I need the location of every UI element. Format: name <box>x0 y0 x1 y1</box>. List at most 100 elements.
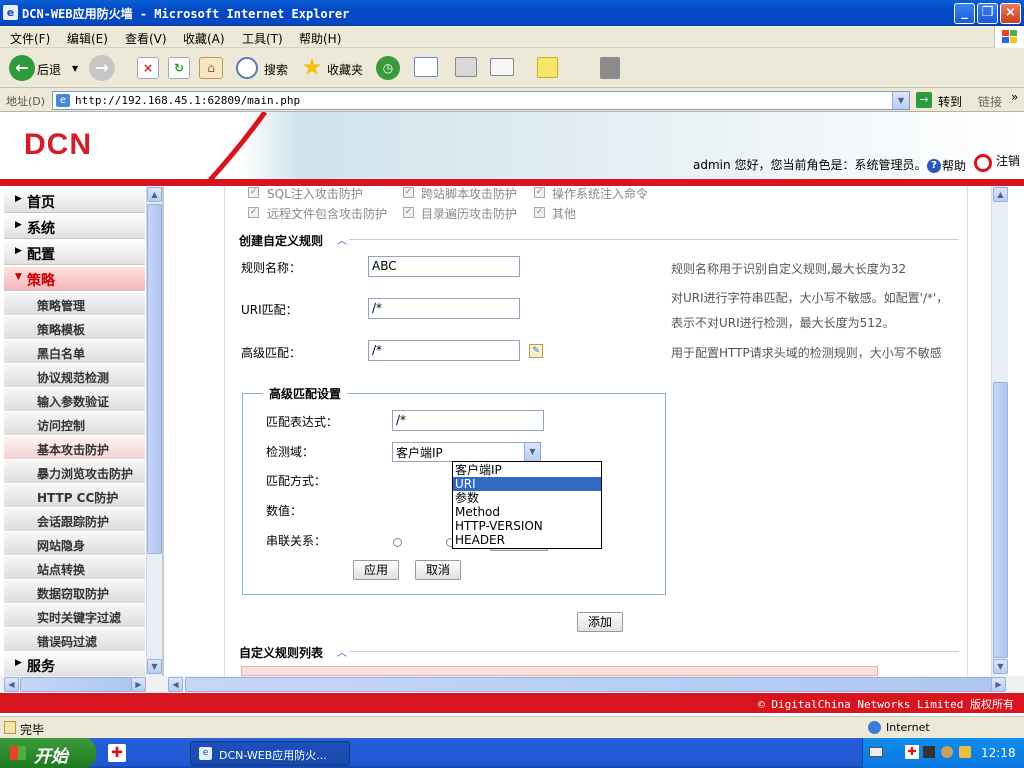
tray-status-icon[interactable] <box>959 746 971 758</box>
scroll-right-icon[interactable]: ▶ <box>131 677 146 692</box>
favorites-star-icon[interactable]: ★ <box>300 55 324 80</box>
radio-and[interactable] <box>393 538 402 547</box>
sidebar-item-session-track[interactable]: 会话跟踪防护 <box>4 508 145 532</box>
stop-icon[interactable]: × <box>137 57 159 79</box>
scroll-up-icon[interactable]: ▲ <box>993 187 1008 202</box>
sidebar-item-access-control[interactable]: 访问控制 <box>4 412 145 436</box>
close-button[interactable]: × <box>1000 3 1021 24</box>
option-method[interactable]: Method <box>453 505 601 519</box>
discuss-icon[interactable] <box>537 57 558 78</box>
address-dropdown-icon[interactable]: ▼ <box>892 92 909 109</box>
go-button[interactable]: 转到 <box>938 93 962 110</box>
sidebar-cat-policy[interactable]: ▼ 策略 <box>4 267 145 291</box>
rule-name-input[interactable]: ABC <box>368 256 520 277</box>
refresh-icon[interactable]: ↻ <box>168 57 190 79</box>
option-param[interactable]: 参数 <box>453 491 601 505</box>
checkbox-dir-traversal[interactable]: ✓ <box>403 207 414 218</box>
sidebar-item-policy-mgmt[interactable]: 策略管理 <box>4 292 145 316</box>
sidebar-item-site-convert[interactable]: 站点转换 <box>4 556 145 580</box>
add-button[interactable]: 添加 <box>577 612 623 632</box>
sidebar-item-basic-attack[interactable]: 基本攻击防护 <box>4 436 145 460</box>
sidebar-item-policy-template[interactable]: 策略模板 <box>4 316 145 340</box>
back-label[interactable]: 后退 <box>37 61 61 78</box>
logout-key-icon[interactable] <box>974 154 992 172</box>
cancel-button[interactable]: 取消 <box>415 560 461 580</box>
uri-match-input[interactable]: /* <box>368 298 520 319</box>
sidebar-item-data-theft[interactable]: 数据窃取防护 <box>4 580 145 604</box>
detect-field-dropdown-list[interactable]: 客户端IP URI 参数 Method HTTP-VERSION HEADER <box>452 461 602 549</box>
search-label[interactable]: 搜索 <box>264 61 288 78</box>
sidebar-scrollbar[interactable]: ▲ ▼ <box>146 186 162 676</box>
sidebar-item-input-validation[interactable]: 输入参数验证 <box>4 388 145 412</box>
sidebar-item-site-hide[interactable]: 网站隐身 <box>4 532 145 556</box>
minimize-button[interactable]: _ <box>954 3 975 24</box>
scroll-thumb[interactable] <box>993 382 1008 658</box>
sidebar-item-blackwhite-list[interactable]: 黑白名单 <box>4 340 145 364</box>
logout-link[interactable]: 注销 <box>996 152 1020 169</box>
sidebar-item-http-cc[interactable]: HTTP CC防护 <box>4 484 145 508</box>
quicklaunch-app-icon[interactable]: ✚ <box>108 744 126 762</box>
checkbox-other[interactable]: ✓ <box>534 207 545 218</box>
content-hscroll-thumb[interactable] <box>185 677 999 692</box>
menu-view[interactable]: 查看(V) <box>125 30 167 47</box>
menu-edit[interactable]: 编辑(E) <box>67 30 108 47</box>
apply-button[interactable]: 应用 <box>353 560 399 580</box>
menu-tools[interactable]: 工具(T) <box>242 30 283 47</box>
sidebar-cat-service[interactable]: ▶ 服务 <box>4 653 145 677</box>
checkbox-xss[interactable]: ✓ <box>403 187 414 198</box>
help-link[interactable]: 帮助 <box>942 157 966 174</box>
match-expression-input[interactable]: /* <box>392 410 544 431</box>
keyboard-icon[interactable] <box>869 747 883 757</box>
scroll-right-icon[interactable]: ▶ <box>991 677 1006 692</box>
sidebar-hscroll-thumb[interactable] <box>20 677 132 692</box>
sidebar-item-errorcode-filter[interactable]: 错误码过滤 <box>4 628 145 652</box>
sidebar-cat-home[interactable]: ▶ 首页 <box>4 189 145 213</box>
collapse-icon[interactable]: ︿ <box>337 232 347 247</box>
detect-field-select[interactable]: 客户端IP ▼ <box>392 442 541 462</box>
collapse-icon[interactable]: ︿ <box>337 644 347 659</box>
clock[interactable]: 12:18 <box>981 746 1016 760</box>
links-chevron-icon[interactable]: » <box>1011 90 1018 104</box>
forward-icon[interactable]: → <box>89 55 115 81</box>
history-icon[interactable]: ◷ <box>376 56 400 80</box>
maximize-button[interactable]: ❐ <box>977 3 998 24</box>
scroll-thumb[interactable] <box>147 204 162 554</box>
advanced-match-input[interactable]: /* <box>368 340 520 361</box>
go-arrow-icon[interactable]: → <box>916 92 932 108</box>
sidebar-cat-system[interactable]: ▶ 系统 <box>4 215 145 239</box>
menu-favorites[interactable]: 收藏(A) <box>183 30 225 47</box>
messenger-icon[interactable] <box>600 57 620 79</box>
scroll-left-icon[interactable]: ◀ <box>168 677 183 692</box>
scroll-up-icon[interactable]: ▲ <box>147 187 162 202</box>
start-button[interactable]: 开始 <box>0 738 96 768</box>
checkbox-rfi[interactable]: ✓ <box>248 207 259 218</box>
select-dropdown-icon[interactable]: ▼ <box>524 443 540 461</box>
sidebar-item-brute-browse[interactable]: 暴力浏览攻击防护 <box>4 460 145 484</box>
sidebar-cat-config[interactable]: ▶ 配置 <box>4 241 145 265</box>
menu-help[interactable]: 帮助(H) <box>299 30 341 47</box>
tray-app-icon[interactable]: ✚ <box>905 745 919 759</box>
option-client-ip[interactable]: 客户端IP <box>453 463 601 477</box>
checkbox-os-cmd[interactable]: ✓ <box>534 187 545 198</box>
scroll-left-icon[interactable]: ◀ <box>4 677 19 692</box>
address-input[interactable]: e http://192.168.45.1:62809/main.php ▼ <box>52 91 910 110</box>
home-icon[interactable]: ⌂ <box>199 57 223 79</box>
back-dropdown-icon[interactable]: ▼ <box>72 64 78 73</box>
print-icon[interactable] <box>455 57 477 77</box>
help-icon[interactable]: ? <box>927 159 941 173</box>
option-header[interactable]: HEADER <box>453 533 601 547</box>
links-label[interactable]: 链接 <box>978 93 1002 110</box>
scroll-down-icon[interactable]: ▼ <box>993 659 1008 674</box>
sidebar-item-protocol-check[interactable]: 协议规范检测 <box>4 364 145 388</box>
option-uri[interactable]: URI <box>453 477 601 491</box>
scroll-down-icon[interactable]: ▼ <box>147 659 162 674</box>
menu-file[interactable]: 文件(F) <box>10 30 50 47</box>
search-icon[interactable] <box>236 57 258 79</box>
network-icon[interactable] <box>923 746 935 758</box>
option-http-version[interactable]: HTTP-VERSION <box>453 519 601 533</box>
back-icon[interactable]: ← <box>9 55 35 81</box>
sidebar-item-keyword-filter[interactable]: 实时关键字过滤 <box>4 604 145 628</box>
volume-icon[interactable] <box>941 746 953 758</box>
content-scrollbar[interactable]: ▲ ▼ <box>991 186 1008 676</box>
checkbox-sql[interactable]: ✓ <box>248 187 259 198</box>
